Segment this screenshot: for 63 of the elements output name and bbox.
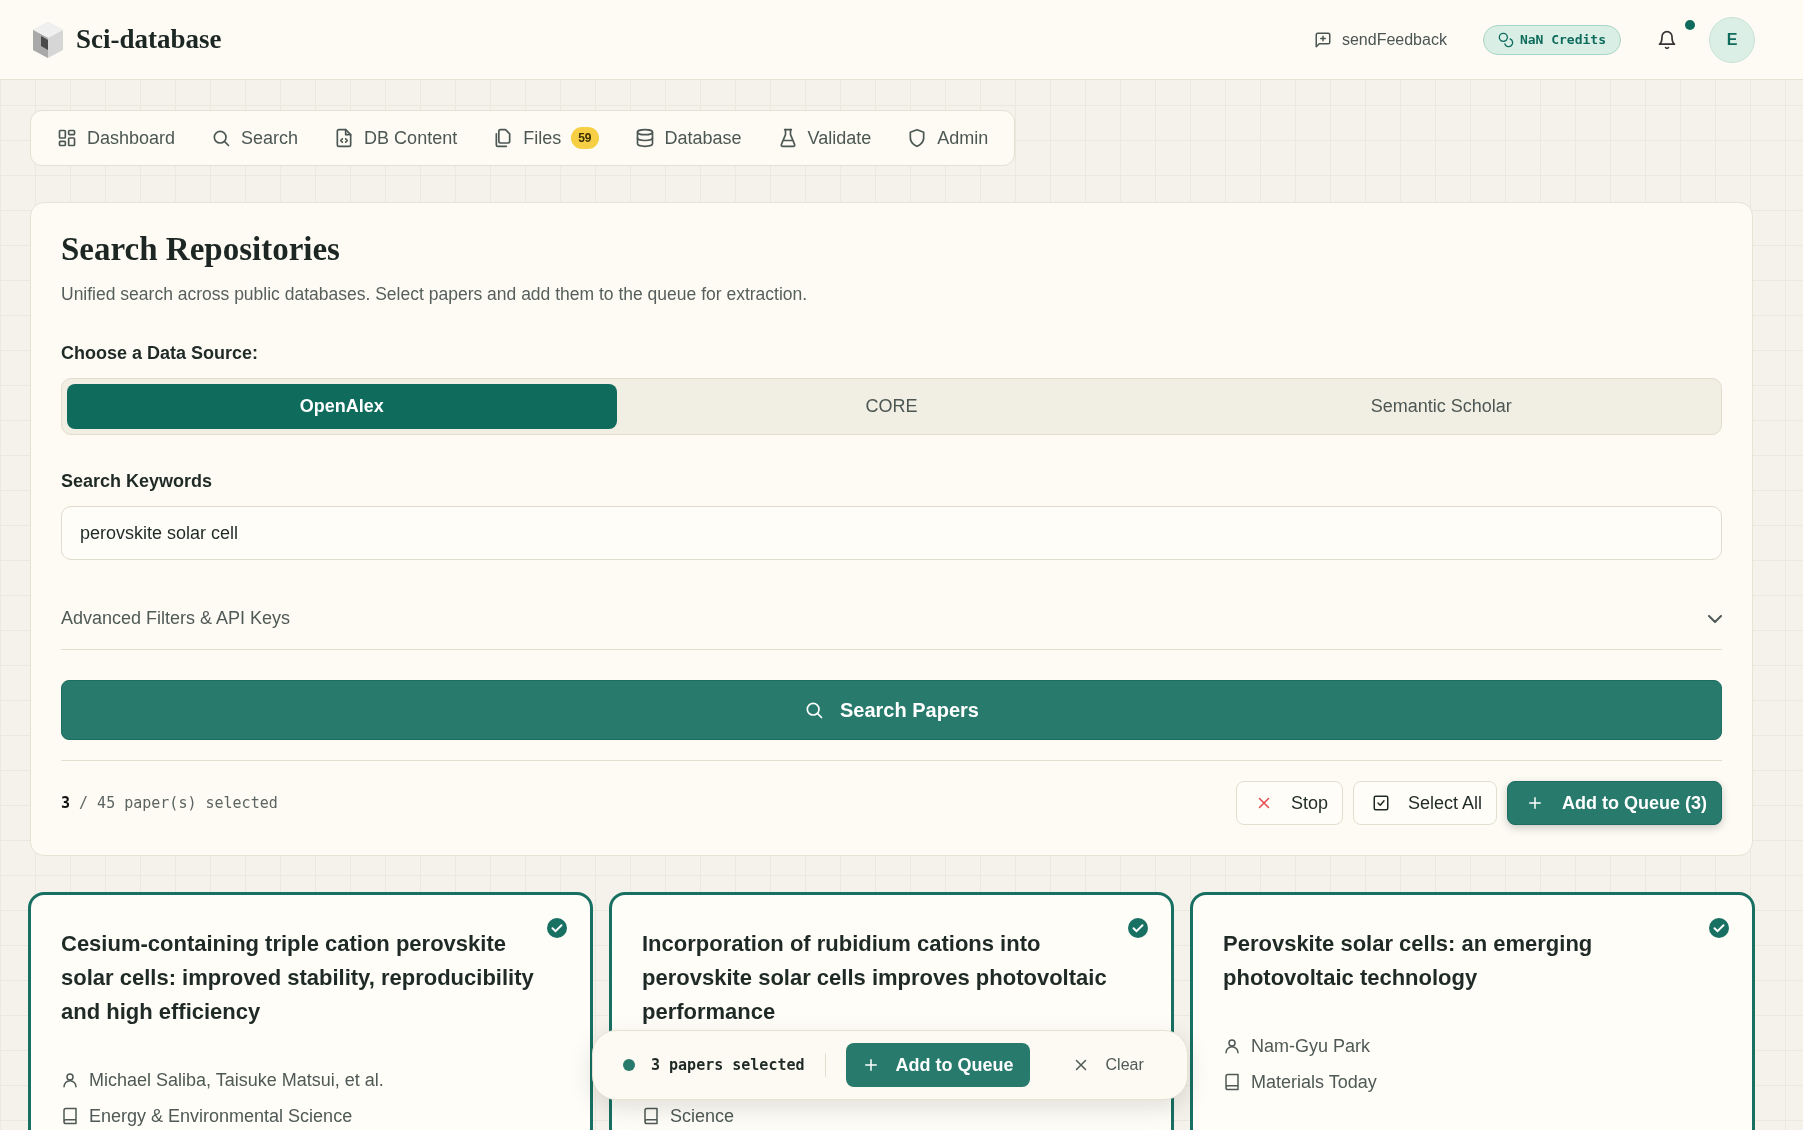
paper-card[interactable]: Perovskite solar cells: an emerging photovoltaic technology Nam-Gyu Park Materials Today [1190, 892, 1755, 1130]
flask-icon [777, 128, 798, 148]
section-description: Unified search across public databases. Select papers and add them to the queue for extraction. [61, 284, 809, 305]
selection-status: 3 papers selected [651, 1056, 805, 1074]
nav-tab[interactable]: Search [195, 117, 315, 159]
user-avatar[interactable]: E [1709, 16, 1755, 63]
nav-tab[interactable]: Database [618, 117, 758, 159]
source-tab[interactable]: CORE [616, 384, 1167, 429]
plus-icon [1526, 794, 1544, 812]
source-tab[interactable]: OpenAlex [67, 384, 617, 429]
chevron-down-icon [1708, 614, 1722, 623]
advanced-filters-toggle[interactable]: Advanced Filters & API Keys [61, 598, 1722, 650]
checkbox-icon [1371, 794, 1390, 812]
add-to-queue-button[interactable]: Add to Queue [845, 1043, 1030, 1087]
clear-button[interactable]: Clear [1065, 1055, 1150, 1075]
keywords-label: Search Keywords [61, 471, 214, 492]
check-circle-icon[interactable] [1708, 917, 1730, 939]
message-plus-icon [1313, 30, 1332, 49]
person-icon [1223, 1037, 1241, 1055]
search-papers-button[interactable]: Search Papers [61, 680, 1722, 740]
count-badge: 59 [571, 127, 599, 149]
coins-icon [1497, 31, 1514, 48]
section-title: Search Repositories [61, 231, 341, 268]
select-all-button[interactable]: Select All [1352, 781, 1497, 825]
paper-card[interactable]: Cesium-containing triple cation perovskite solar cells: improved stability, reproducibility and high efficiency Michael Saliba, Taisuke Matsui, et al. Energy & Environmental Science [28, 892, 593, 1130]
feedback-button[interactable]: sendFeedback [1307, 24, 1453, 55]
person-icon [61, 1071, 79, 1089]
files-icon [493, 128, 514, 148]
paper-authors: Michael Saliba, Taisuke Matsui, et al. [89, 1069, 384, 1091]
status-dot [623, 1059, 635, 1071]
book-icon [1223, 1073, 1241, 1091]
paper-authors: Nam-Gyu Park [1251, 1035, 1371, 1057]
database-icon [634, 128, 655, 148]
source-tab[interactable]: Semantic Scholar [1166, 384, 1716, 429]
paper-venue: Science [670, 1105, 735, 1127]
nav-tab[interactable]: Dashboard [41, 117, 192, 159]
paper-venue: Materials Today [1251, 1071, 1377, 1093]
nav-tab[interactable]: Validate [761, 117, 888, 159]
stop-button[interactable]: Stop [1235, 781, 1343, 825]
add-to-queue-button[interactable]: Add to Queue (3) [1507, 781, 1722, 825]
bell-icon [1657, 29, 1677, 50]
search-icon [804, 700, 824, 720]
paper-title: Incorporation of rubidium cations into perovskite solar cells improves photovoltaic performance [642, 930, 1108, 1026]
paper-venue: Energy & Environmental Science [89, 1105, 353, 1127]
search-icon [211, 128, 232, 148]
document-icon [334, 128, 355, 148]
paper-title: Cesium-containing triple cation perovskite solar cells: improved stability, reproducibility and high efficiency [61, 930, 535, 1026]
logo-icon [30, 19, 66, 60]
nav-tab[interactable]: Files 59 [477, 117, 615, 159]
nav-tab[interactable]: Admin [891, 117, 1005, 159]
book-icon [61, 1107, 79, 1125]
check-circle-icon[interactable] [546, 917, 568, 939]
check-circle-icon[interactable] [1127, 917, 1149, 939]
paper-title: Perovskite solar cells: an emerging photovoltaic technology [1223, 930, 1594, 992]
book-icon [642, 1107, 660, 1125]
credits-badge[interactable]: NaN Credits [1482, 24, 1621, 55]
app-name: Sci-database [76, 24, 222, 55]
source-label: Choose a Data Source: [61, 343, 260, 364]
shield-icon [907, 128, 928, 148]
selection-count: 3 / 45 paper(s) selected [61, 794, 278, 812]
keywords-field[interactable]: perovskite solar cell [61, 506, 1722, 560]
nav-tab[interactable]: DB Content [318, 117, 474, 159]
dashboard-icon [57, 128, 77, 148]
